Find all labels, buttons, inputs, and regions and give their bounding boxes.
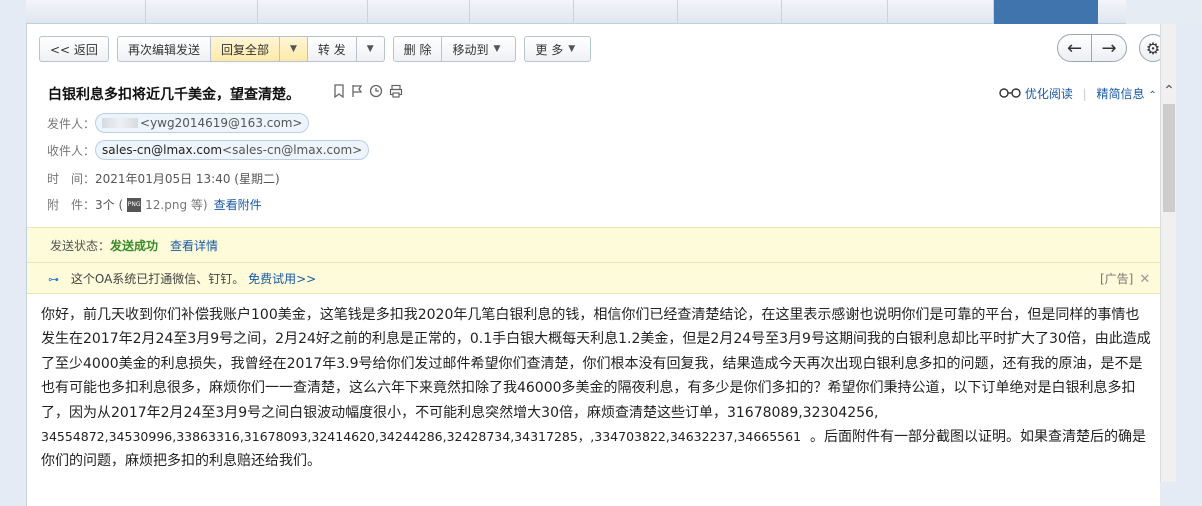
recipient-name: sales-cn@lmax.com [102,143,223,157]
tab[interactable] [888,0,994,24]
optimized-reading-link[interactable]: 优化阅读 [1025,87,1073,101]
reply-button-group: 再次编辑发送 回复全部 ▼ 转 发 ▼ [116,36,385,62]
mail-toolbar: << 返回 再次编辑发送 回复全部 ▼ 转 发 ▼ 删 除 移动到 ▼ 更 多 ▼ [39,35,592,63]
compact-info-link[interactable]: 精简信息 [1097,87,1145,101]
chevron-down-icon[interactable]: ▼ [357,37,384,61]
sender-email: <ywg2014619@163.com> [140,116,303,130]
ad-label: [广告] [1100,272,1134,286]
tab-active[interactable] [994,0,1098,24]
reedit-send-button[interactable]: 再次编辑发送 [118,37,211,61]
prev-mail-icon[interactable]: ← [1058,35,1092,61]
more-label: 更 多 [535,42,564,57]
move-to-label: 移动到 [452,42,489,57]
tab[interactable] [470,0,574,24]
email-body: 你好，前几天收到你们补偿我账户100美金，这笔钱是多扣我2020年几笔白银利息的… [41,303,1151,474]
print-icon[interactable] [389,84,403,102]
send-status-label: 发送状态： [50,239,111,253]
flag-icon[interactable] [351,84,363,102]
attachment-file[interactable]: 12.png 等) [145,196,207,213]
divider [27,262,1161,263]
chevron-down-icon: ▼ [493,44,501,54]
order-numbers: 34554872,34530996,33863316,31678093,3241… [41,429,802,445]
chevron-down-icon[interactable]: ▼ [279,37,308,61]
to-row: 收件人： sales-cn@lmax.com <sales-cn@lmax.co… [47,140,370,160]
back-button[interactable]: << 返回 [39,36,109,62]
oa-promo-text: 这个OA系统已打通微信、钉钉。 [70,272,245,286]
sender-name-redacted [102,118,139,128]
png-file-icon: PNG [127,197,142,212]
manage-button-group: 删 除 移动到 ▼ [392,36,517,62]
body-paragraph: 你好，前几天收到你们补偿我账户100美金，这笔钱是多扣我2020年几笔白银利息的… [41,307,1151,421]
sender-pill[interactable]: <ywg2014619@163.com> [95,113,310,133]
to-label: 收件人： [47,143,96,158]
from-row: 发件人： <ywg2014619@163.com> [47,113,310,133]
next-mail-icon[interactable]: → [1092,35,1126,61]
chevron-down-icon: ▼ [568,44,576,54]
clock-icon[interactable] [369,84,383,102]
oa-promo-row: ⊶ 这个OA系统已打通微信、钉钉。 免费试用>> [48,270,316,287]
ad-label-row: [广告] ✕ [1100,270,1150,287]
attachment-row: 附 件： 3个 ( PNG 12.png 等) 查看附件 [47,196,262,213]
time-row: 时 间： 2021年01月05日 13:40 (星期二) [47,170,280,187]
tab[interactable] [26,0,146,24]
scroll-thumb[interactable] [1163,104,1175,212]
email-subject: 白银利息多扣将近几千美金，望查清楚。 [48,87,300,103]
divider: | [1082,87,1087,101]
tab[interactable] [782,0,888,24]
tab[interactable] [678,0,782,24]
tab[interactable] [258,0,368,24]
send-status-row: 发送状态：发送成功 查看详情 [50,237,218,254]
move-to-button[interactable]: 移动到 ▼ [442,37,515,61]
tab[interactable] [574,0,678,24]
delete-button[interactable]: 删 除 [394,37,443,61]
status-box: 发送状态：发送成功 查看详情 ⊶ 这个OA系统已打通微信、钉钉。 免费试用>> [… [27,227,1161,294]
recipient-email: <sales-cn@lmax.com> [222,143,363,157]
vertical-scrollbar[interactable]: ⌃ [1160,24,1176,482]
key-icon: ⊶ [48,273,59,286]
from-label: 发件人： [47,116,96,131]
bookmark-icon[interactable] [333,84,345,102]
forward-button[interactable]: 转 发 [308,37,357,61]
send-status-value: 发送成功 [110,239,159,253]
scroll-up-icon[interactable]: ⌃ [1161,80,1177,104]
attachment-label: 附 件： [47,198,96,212]
time-value: 2021年01月05日 13:40 (星期二) [95,172,280,186]
body-paragraph-orders: 34554872,34530996,33863316,31678093,3241… [41,425,1151,474]
chevron-up-icon[interactable]: ⌃ [1148,90,1156,101]
view-details-link[interactable]: 查看详情 [170,239,218,253]
free-trial-link[interactable]: 免费试用>> [248,272,316,286]
view-attachments-link[interactable]: 查看附件 [214,196,262,213]
more-button[interactable]: 更 多 ▼ [524,36,592,62]
tab-strip [26,0,1202,24]
recipient-pill[interactable]: sales-cn@lmax.com <sales-cn@lmax.com> [95,140,370,160]
reading-options: 优化阅读 | 精简信息 ⌃ [999,85,1157,102]
subject-actions [333,84,403,102]
tab[interactable] [146,0,258,24]
close-icon[interactable]: ✕ [1139,272,1150,287]
email-read-panel: << 返回 再次编辑发送 回复全部 ▼ 转 发 ▼ 删 除 移动到 ▼ 更 多 ▼ … [26,24,1167,506]
tab[interactable] [368,0,470,24]
glasses-icon [999,87,1025,101]
mail-nav-arrows: ← → [1057,34,1127,62]
attachment-count: 3个 ( [95,198,124,212]
tab-strip-end [1126,0,1202,24]
time-label: 时 间： [47,172,96,186]
reply-all-button[interactable]: 回复全部 [210,37,280,61]
